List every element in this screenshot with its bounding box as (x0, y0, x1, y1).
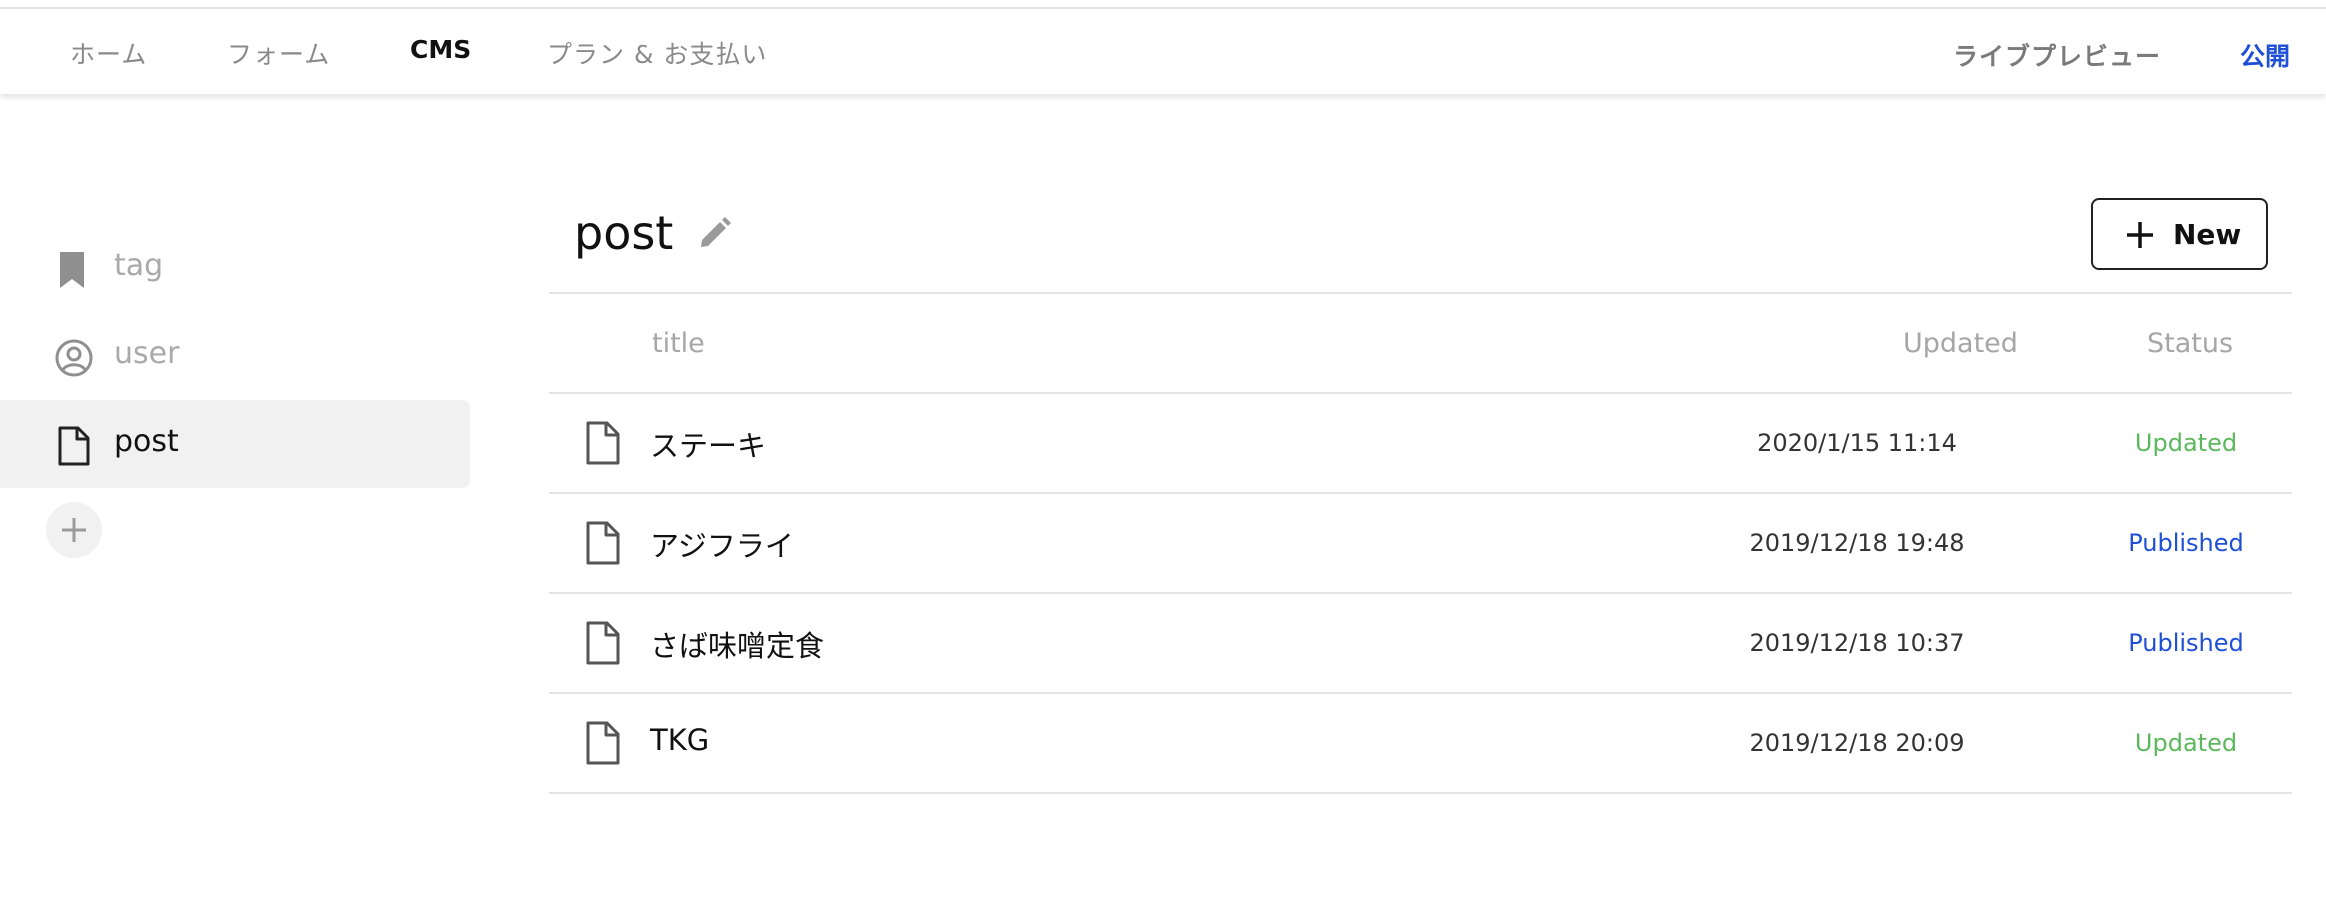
plus-icon (62, 518, 86, 542)
sidebar-item-label: tag (114, 248, 164, 283)
add-model-button[interactable] (46, 502, 102, 558)
row-title: ステーキ (650, 429, 767, 463)
status-badge: Published (2128, 529, 2244, 557)
bookmark-icon (60, 252, 84, 288)
new-button-label: New (2173, 218, 2242, 251)
divider (549, 292, 2292, 294)
top-border (0, 0, 2326, 9)
nav-forms[interactable]: フォーム (227, 35, 330, 71)
row-title: さば味噌定食 (650, 629, 825, 663)
file-icon (58, 426, 90, 466)
publish-link[interactable]: 公開 (2240, 37, 2290, 73)
live-preview-link[interactable]: ライブプレビュー (1953, 37, 2161, 73)
sidebar-item-user[interactable]: user (0, 312, 470, 400)
status-badge: Published (2128, 629, 2244, 657)
nav-cms[interactable]: CMS (410, 35, 471, 64)
file-icon (586, 621, 620, 665)
row-updated: 2020/1/15 11:14 (1757, 429, 1957, 457)
plus-icon (2127, 222, 2153, 248)
column-header-updated[interactable]: Updated (1903, 328, 2018, 359)
table-row[interactable]: ステーキ 2020/1/15 11:14 Updated (549, 393, 2292, 493)
file-icon (586, 421, 620, 465)
file-icon (586, 721, 620, 765)
pencil-icon[interactable] (696, 214, 734, 252)
status-badge: Updated (2134, 429, 2238, 457)
nav-home[interactable]: ホーム (70, 35, 147, 71)
sidebar-item-label: user (114, 336, 180, 371)
row-updated: 2019/12/18 10:37 (1749, 629, 1965, 657)
divider (549, 792, 2292, 794)
file-icon (586, 521, 620, 565)
table-row[interactable]: TKG 2019/12/18 20:09 Updated (549, 693, 2292, 793)
new-button[interactable]: New (2091, 198, 2268, 270)
page-title: post (574, 206, 674, 260)
row-title: TKG (650, 723, 710, 757)
column-header-status[interactable]: Status (2147, 328, 2233, 359)
status-badge: Updated (2134, 729, 2238, 757)
row-updated: 2019/12/18 20:09 (1749, 729, 1965, 757)
table-row[interactable]: さば味噌定食 2019/12/18 10:37 Published (549, 593, 2292, 693)
user-circle-icon (55, 339, 93, 377)
row-updated: 2019/12/18 19:48 (1749, 529, 1965, 557)
top-nav-bar: ホーム フォーム CMS プラン & お支払い ライブプレビュー 公開 (0, 9, 2326, 94)
sidebar-item-post[interactable]: post (0, 400, 470, 488)
nav-plans-billing[interactable]: プラン & お支払い (547, 35, 767, 71)
sidebar-item-tag[interactable]: tag (0, 224, 470, 312)
table-row[interactable]: アジフライ 2019/12/18 19:48 Published (549, 493, 2292, 593)
sidebar-item-label: post (114, 424, 179, 459)
row-title: アジフライ (650, 529, 794, 563)
column-header-title[interactable]: title (652, 328, 705, 359)
